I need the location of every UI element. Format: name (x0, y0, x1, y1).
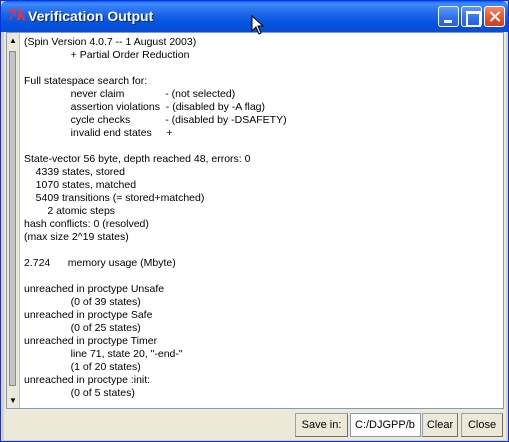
vertical-scrollbar[interactable]: ▲ ▼ (7, 33, 20, 408)
scroll-down-arrow-icon[interactable]: ▼ (7, 395, 19, 407)
close-window-button[interactable] (484, 6, 505, 27)
window-client-area: ▲ ▼ (Spin Version 4.0.7 -- 1 August 2003… (4, 32, 506, 440)
scrollbar-thumb[interactable] (9, 51, 16, 386)
minimize-button[interactable] (438, 6, 459, 27)
output-text-area[interactable]: ▲ ▼ (Spin Version 4.0.7 -- 1 August 2003… (6, 32, 504, 409)
save-in-button[interactable]: Save in: (295, 413, 348, 437)
bottom-toolbar: Save in: C:/DJGPP/b Clear Close (4, 411, 506, 438)
clear-button[interactable]: Clear (422, 413, 458, 437)
close-button[interactable]: Close (461, 413, 503, 437)
verification-output-text: (Spin Version 4.0.7 -- 1 August 2003) + … (24, 36, 287, 399)
window-title: Verification Output (28, 8, 154, 24)
scroll-up-arrow-icon[interactable]: ▲ (7, 35, 19, 47)
maximize-button[interactable] (461, 6, 482, 27)
app-icon: 7k (7, 8, 27, 24)
save-path-field[interactable]: C:/DJGPP/b (350, 413, 421, 437)
verification-output-window: 7k Verification Output ▲ ▼ (Spin Version… (0, 0, 509, 442)
